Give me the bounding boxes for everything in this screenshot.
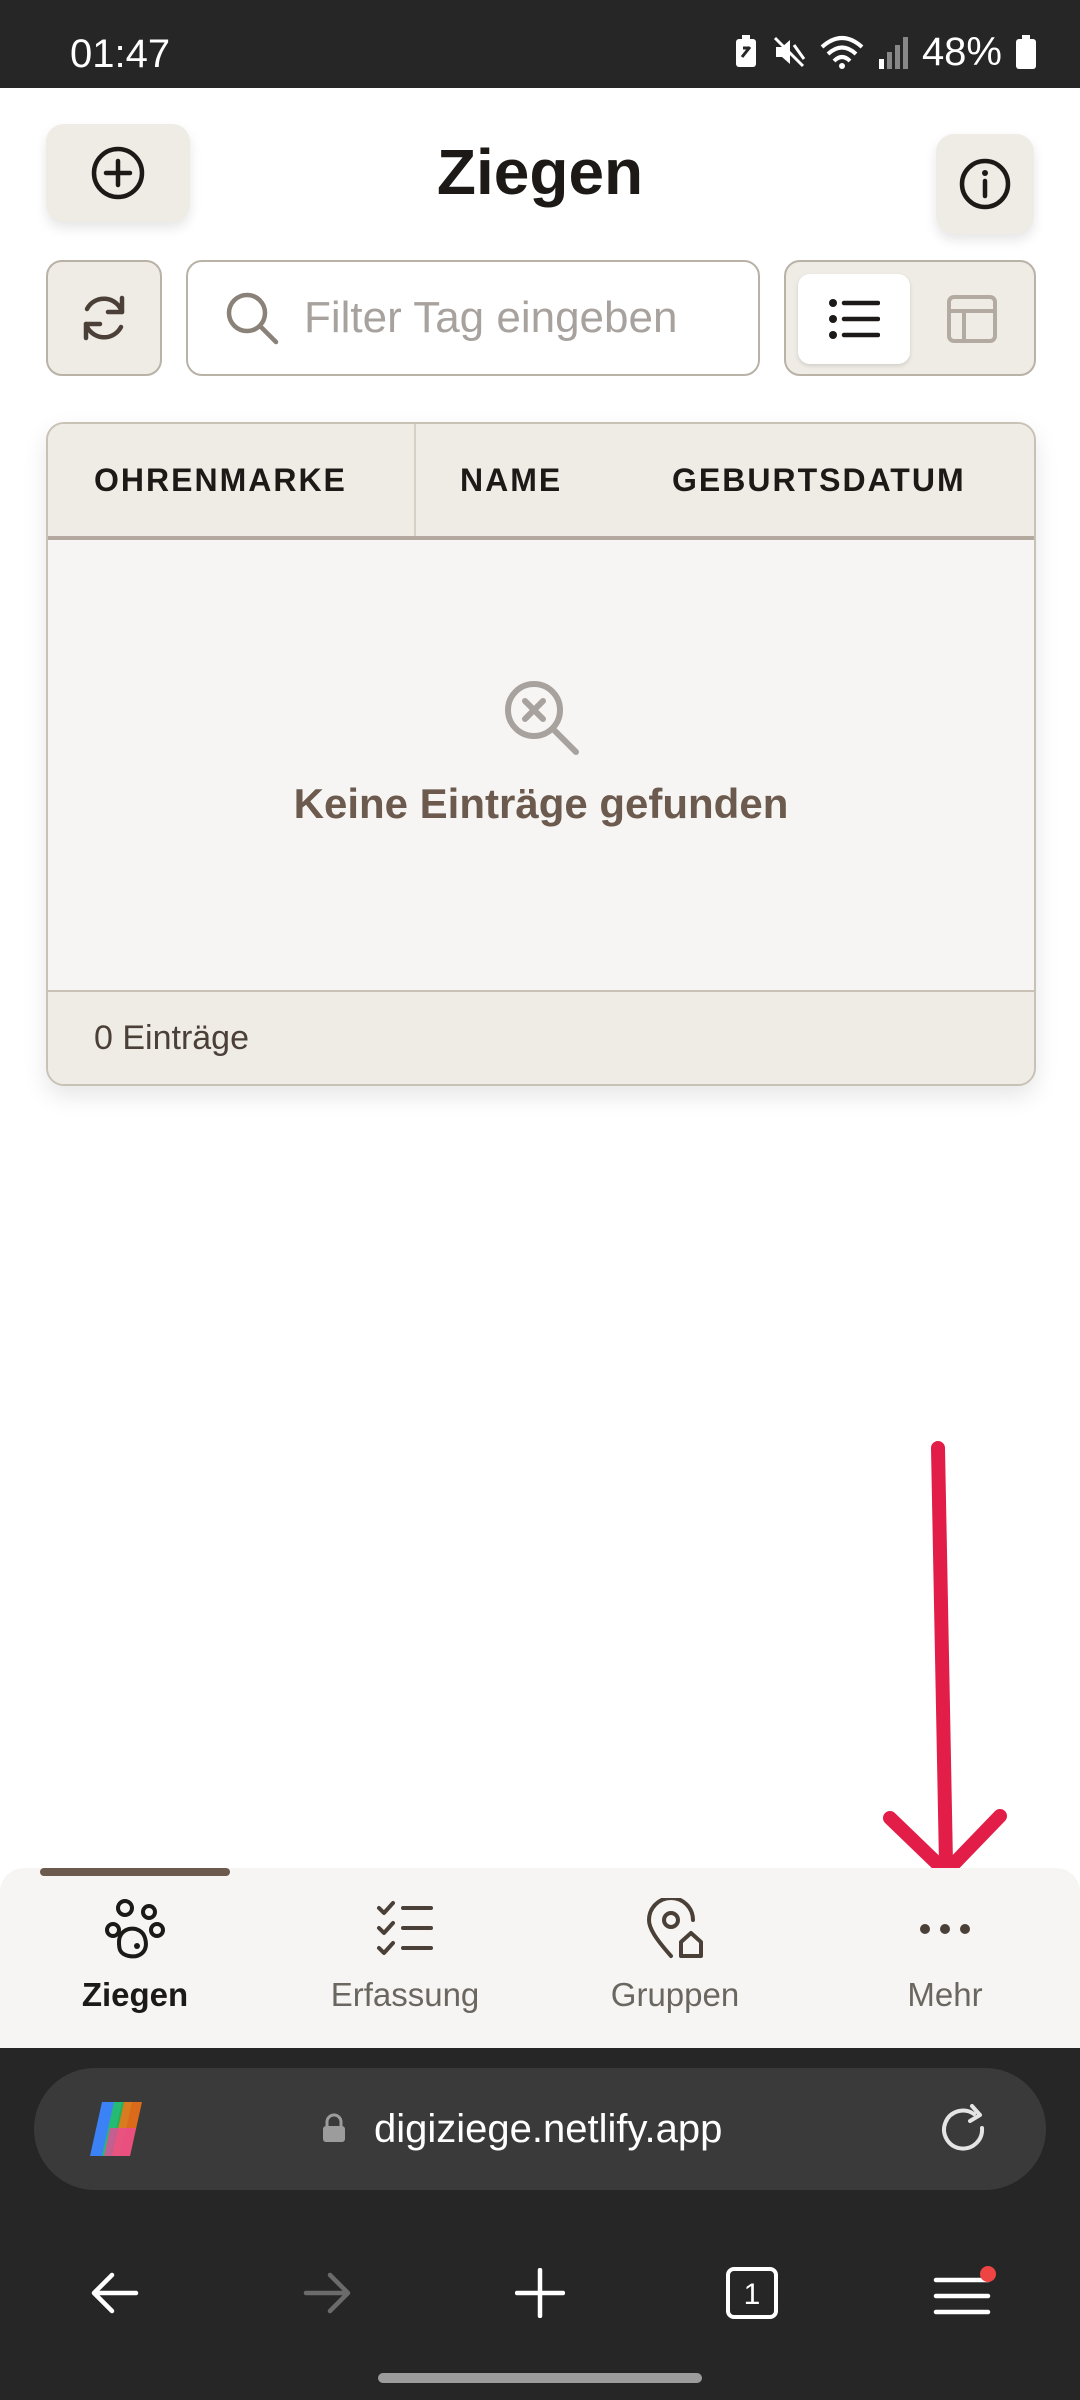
reload-icon[interactable] (936, 2104, 992, 2158)
lock-icon (323, 2113, 345, 2142)
info-icon (959, 158, 1011, 210)
nav-item-gruppen[interactable]: Gruppen (540, 1868, 810, 2048)
battery-icon (1016, 35, 1036, 69)
search-no-results-icon (505, 681, 579, 755)
table-footer: 0 Einträge (48, 990, 1034, 1084)
forward-button[interactable] (294, 2262, 360, 2324)
battery-saver-icon (735, 35, 756, 67)
list-view-button[interactable] (798, 274, 910, 364)
battery-percent: 48% (921, 30, 1002, 74)
search-icon (226, 292, 279, 345)
back-arrow-icon (91, 2272, 139, 2314)
column-header-ohrenmarke[interactable]: OHRENMARKE (94, 424, 347, 536)
tabs-button[interactable]: 1 (719, 2262, 785, 2324)
copilot-icon[interactable] (84, 2098, 148, 2160)
browser-toolbar: digiziege.netlify.app 1 (0, 2048, 1080, 2400)
location-home-icon (646, 1898, 703, 1958)
tab-count: 1 (744, 2278, 761, 2311)
back-button[interactable] (82, 2262, 148, 2324)
table-header: OHRENMARKE NAME GEBURTSDATUM (48, 424, 1034, 540)
signal-icon (878, 37, 908, 69)
column-header-name[interactable]: NAME (460, 424, 562, 536)
url-text: digiziege.netlify.app (374, 2107, 723, 2151)
status-bar: 01:47 48% (0, 0, 1080, 88)
refresh-icon (83, 295, 125, 341)
nav-label-mehr: Mehr (907, 1976, 983, 2013)
nav-item-erfassung[interactable]: Erfassung (270, 1868, 540, 2048)
filter-search-box[interactable] (186, 260, 760, 376)
info-button[interactable] (936, 134, 1034, 234)
plus-icon (515, 2268, 565, 2318)
page-title: Ziegen (436, 136, 644, 208)
view-toggle (784, 260, 1036, 376)
nav-item-mehr[interactable]: Mehr (810, 1868, 1080, 2048)
forward-arrow-icon (303, 2272, 351, 2314)
empty-state: Keine Einträge gefunden (48, 540, 1034, 990)
browser-menu-button[interactable] (931, 2262, 997, 2324)
empty-state-text: Keine Einträge gefunden (293, 780, 789, 827)
notification-dot (980, 2266, 996, 2282)
column-divider[interactable] (414, 424, 416, 536)
wifi-icon (820, 36, 864, 69)
refresh-button[interactable] (46, 260, 162, 376)
address-bar[interactable]: digiziege.netlify.app (34, 2068, 1046, 2190)
annotation-arrow (883, 1441, 1007, 1879)
new-tab-button[interactable] (507, 2262, 573, 2324)
table-view-button[interactable] (918, 274, 1026, 364)
entry-count: 0 Einträge (94, 1019, 249, 1057)
goat-icon (105, 1899, 165, 1959)
checklist-icon (377, 1901, 433, 1955)
tabs-count-icon: 1 (726, 2267, 778, 2319)
list-icon (829, 299, 880, 339)
nav-label-erfassung: Erfassung (330, 1976, 480, 2013)
bottom-navigation: Ziegen Erfassung Gruppen Mehr (0, 1868, 1080, 2048)
status-time: 01:47 (70, 32, 171, 76)
mute-icon (773, 36, 806, 68)
nav-label-gruppen: Gruppen (610, 1976, 740, 2013)
column-header-geburtsdatum[interactable]: GEBURTSDATUM (672, 424, 966, 536)
filter-tag-input[interactable] (304, 293, 744, 343)
goats-table: OHRENMARKE NAME GEBURTSDATUM Keine Eintr… (46, 422, 1036, 1086)
status-icons: 48% (734, 30, 1036, 74)
table-icon (947, 295, 997, 343)
nav-label-ziegen: Ziegen (81, 1976, 189, 2013)
hamburger-menu-icon (933, 2266, 996, 2315)
home-indicator[interactable] (378, 2373, 702, 2383)
nav-item-ziegen[interactable]: Ziegen (0, 1868, 270, 2048)
more-icon (920, 1924, 970, 1934)
